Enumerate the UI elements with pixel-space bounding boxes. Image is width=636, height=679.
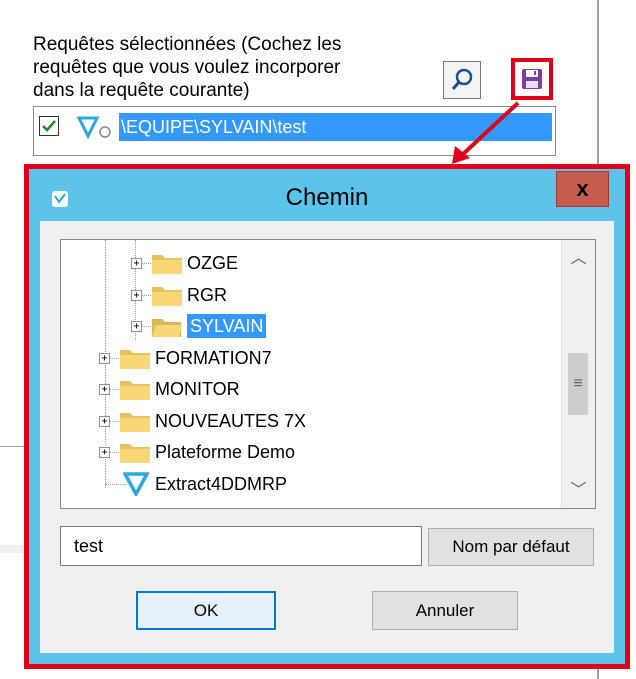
folder-icon — [120, 349, 150, 369]
tree-item-label[interactable]: Plateforme Demo — [155, 440, 295, 464]
tree-item[interactable]: + MONITOR — [61, 374, 561, 404]
ok-button[interactable]: OK — [136, 591, 276, 630]
dialog-titlebar[interactable]: Chemin x — [29, 169, 625, 227]
chemin-dialog: Chemin x + OZGE + RGR + SYLVAIN + FORMATION7 + MO… — [29, 169, 625, 664]
cancel-button[interactable]: Annuler — [372, 591, 518, 630]
folder-icon — [120, 381, 150, 400]
scroll-down-arrow[interactable]: ﹀ — [562, 476, 595, 508]
tree-item[interactable]: + FORMATION7 — [61, 343, 561, 373]
tree-item-label[interactable]: OZGE — [187, 251, 238, 275]
tree-item-label[interactable]: Extract4DDMRP — [155, 472, 287, 496]
expand-toggle-icon[interactable]: + — [99, 447, 110, 458]
tree-scrollbar[interactable]: ︿ ≡ ﹀ — [561, 240, 595, 508]
tree-item[interactable]: + RGR — [61, 280, 561, 310]
tree-item[interactable]: Extract4DDMRP — [61, 469, 561, 499]
dialog-body: + OZGE + RGR + SYLVAIN + FORMATION7 + MONITOR + NOU… — [40, 221, 614, 653]
close-button[interactable]: x — [556, 171, 609, 207]
tree-item-label[interactable]: FORMATION7 — [155, 346, 272, 370]
folder-icon — [152, 286, 182, 306]
tree-item-label[interactable]: NOUVEAUTES 7X — [155, 409, 306, 433]
tree-item[interactable]: + NOUVEAUTES 7X — [61, 406, 561, 436]
dialog-title: Chemin — [285, 184, 369, 211]
tree-item-label[interactable]: RGR — [187, 283, 227, 307]
scroll-thumb[interactable]: ≡ — [568, 353, 588, 415]
folder-tree[interactable]: + OZGE + RGR + SYLVAIN + FORMATION7 + MONITOR + NOU… — [60, 239, 596, 509]
expand-toggle-icon[interactable]: + — [131, 258, 142, 269]
expand-toggle-icon[interactable]: + — [99, 352, 110, 364]
tree-item[interactable]: + SYLVAIN — [61, 311, 561, 341]
path-name-input[interactable]: test — [60, 526, 422, 566]
tree-item-label[interactable]: MONITOR — [155, 377, 240, 401]
folder-icon — [120, 412, 150, 432]
folder-icon — [152, 255, 182, 274]
query-v-icon — [123, 471, 149, 496]
tree-item[interactable]: + Plateforme Demo — [61, 437, 561, 467]
expand-toggle-icon[interactable]: + — [99, 384, 110, 395]
expand-toggle-icon[interactable]: + — [131, 289, 142, 301]
scroll-up-arrow[interactable]: ︿ — [562, 244, 595, 276]
folder-open-icon — [152, 319, 182, 337]
folder-icon — [120, 444, 150, 463]
tree-item-label[interactable]: SYLVAIN — [187, 314, 267, 338]
default-name-button[interactable]: Nom par défaut — [428, 528, 594, 566]
tree-item[interactable]: + OZGE — [61, 248, 561, 278]
expand-toggle-icon[interactable]: + — [131, 321, 142, 332]
expand-toggle-icon[interactable]: + — [99, 415, 110, 427]
